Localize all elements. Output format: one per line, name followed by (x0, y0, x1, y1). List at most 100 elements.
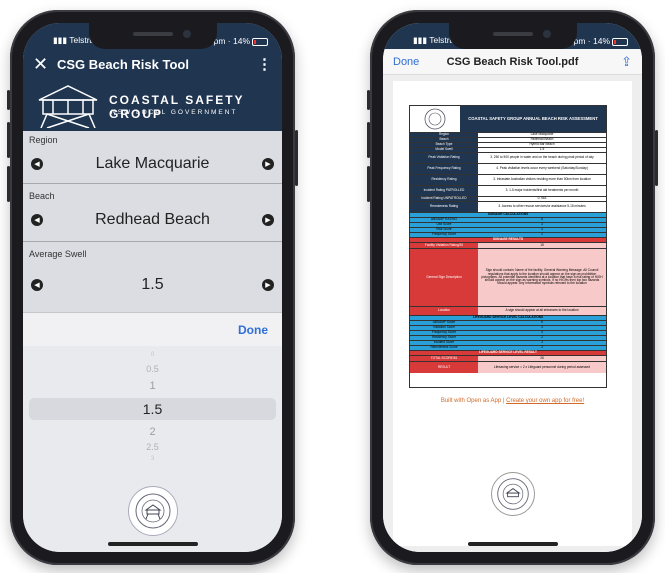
done-button[interactable]: Done (238, 323, 268, 337)
brand-name: COASTAL SAFETY GROUP (109, 93, 245, 121)
doc-row-label: Frequency Score (410, 331, 478, 335)
doc-row-label: Residency Score (410, 336, 478, 340)
home-indicator (107, 542, 198, 546)
doc-row: Incident Rating PATROLLED 3. 1-5 major in… (410, 185, 606, 196)
coastal-safety-group-logo (127, 486, 178, 536)
doc-row: Facility Visitation Rating/30 15 (410, 242, 606, 248)
doc-row: Risk Score 4 (410, 227, 606, 232)
battery-label: 14% (592, 36, 610, 46)
doc-row-value: 3. Access to other rescue services/or as… (478, 202, 606, 212)
doc-row-value: Hybrid Bar Beach (478, 143, 606, 147)
region-field: Region ◀ Lake Macquarie ▶ (23, 131, 282, 181)
doc-row-value: 3 (478, 346, 606, 350)
footer-prefix: Built with Open as App | (440, 398, 507, 404)
left-phone: ▮▮▮ Telstra #LetsVaxx 4G 1:44 pm · 14% ✕… (7, 10, 298, 565)
signal-icon: ▮▮▮ (53, 35, 70, 45)
doc-row-label: Peak Frequency Rating (410, 164, 478, 174)
swell-field: Average Swell ◀ 1.5 ▶ (23, 245, 282, 309)
doc-row-label: Incident Rating UNPATROLLED (410, 197, 478, 201)
region-selector[interactable]: ◀ Lake Macquarie ▶ (23, 147, 282, 181)
picker-option[interactable]: 0.5 (23, 364, 282, 374)
doc-row-label: RESULT (410, 362, 478, 373)
built-with-footer: Built with Open as App | Create your own… (393, 398, 632, 404)
doc-row-value: A sign should appear at all entrances to… (478, 307, 606, 315)
doc-row: ABSAMP RATING 6 (410, 217, 606, 222)
doc-row-value: 26 (478, 356, 606, 361)
seal-icon (410, 106, 460, 132)
picker-option[interactable]: 0 (23, 352, 282, 358)
doc-row-value: 4 (478, 228, 606, 232)
picker-option[interactable]: 2.5 (23, 442, 282, 452)
doc-row-value: Redhead Beach (478, 138, 606, 142)
doc-row-label: General Sign Description (410, 249, 478, 306)
create-app-link[interactable]: Create your own app for free! (506, 398, 584, 404)
region-label: Region (29, 135, 58, 145)
swell-picker[interactable]: 0 0.5 1 1.5 2 2.5 3 (23, 346, 282, 552)
left-screen: ▮▮▮ Telstra #LetsVaxx 4G 1:44 pm · 14% ✕… (23, 23, 282, 552)
battery-icon (612, 37, 628, 46)
doc-row: TOTAL SCORE/51 26 (410, 355, 606, 361)
doc-row-value: 4 (478, 331, 606, 335)
doc-row: Peak Visitation Rating 3. 250 to 500 peop… (410, 152, 606, 163)
doc-row: General Sign Description Sign should cont… (410, 248, 606, 306)
doc-row-label: Visitation Score (410, 326, 478, 330)
beach-selector[interactable]: ◀ Redhead Beach ▶ (23, 203, 282, 237)
doc-row: Remoteness Rating 3. Access to other resc… (410, 201, 606, 212)
risk-assessment-table: COASTAL SAFETY GROUP ANNUAL BEACH RISK A… (409, 105, 607, 388)
app-bar: ✕ CSG Beach Risk Tool ⋮ (23, 49, 282, 79)
doc-row-label: Peak Visitation Rating (410, 153, 478, 163)
doc-row: Residency Rating 3. Intrastate Australian… (410, 174, 606, 185)
doc-row-label: Risk Score (410, 228, 478, 232)
doc-row: Peak Frequency Rating 4. Peak visitation … (410, 163, 606, 174)
doc-row-label: Beach Type (410, 143, 478, 147)
doc-row: Incident Rating UNPATROLLED 0. N/A (410, 196, 606, 201)
picker-option[interactable]: 2 (23, 426, 282, 438)
lifeguard-tower-icon (38, 85, 98, 128)
doc-row-label: Frequency Score (410, 233, 478, 237)
doc-row: Residency Score 2 (410, 335, 606, 340)
doc-row: Frequency Score 4 (410, 330, 606, 335)
swell-selector[interactable]: ◀ 1.5 ▶ (23, 261, 282, 309)
battery-label: 14% (232, 36, 250, 46)
more-menu-icon[interactable]: ⋮ (257, 55, 272, 73)
doc-row-value: Sign should contain: Name of the facilit… (478, 249, 606, 306)
share-icon[interactable]: ⇪ (592, 54, 632, 70)
coastal-safety-group-logo (490, 472, 535, 516)
picker-option[interactable]: 1 (23, 380, 282, 392)
doc-row-value: 2 (478, 336, 606, 340)
right-screen: ▮▮▮ Telstra #LetsVaxx 4G 1:44 pm · 14% D… (383, 23, 642, 552)
chevron-right-icon[interactable]: ▶ (262, 214, 274, 226)
doc-row-value: 2 (478, 233, 606, 237)
doc-row-value: 6 (478, 321, 606, 325)
doc-row: ABSAMP Score 6 (410, 320, 606, 325)
brand-subtitle: NSW LOCAL GOVERNMENT (111, 109, 238, 116)
doc-row-label: Remoteness Rating (410, 202, 478, 212)
picker-option[interactable]: 3 (23, 456, 282, 462)
pdf-page: COASTAL SAFETY GROUP ANNUAL BEACH RISK A… (393, 81, 632, 546)
doc-row-value: 3. 1-5 major incidents/first aid treatme… (478, 186, 606, 196)
doc-row-value: 6 (478, 218, 606, 222)
doc-row-value: 3. 250 to 500 people in water and on the… (478, 153, 606, 163)
chevron-left-icon[interactable]: ◀ (31, 158, 43, 170)
close-icon[interactable]: ✕ (33, 54, 57, 75)
doc-row-value: 3. Intrastate Australian visitors residi… (478, 175, 606, 185)
right-phone: ▮▮▮ Telstra #LetsVaxx 4G 1:44 pm · 14% D… (367, 10, 658, 565)
chevron-right-icon[interactable]: ▶ (262, 279, 274, 291)
doc-row-value: 3 (478, 341, 606, 345)
chevron-left-icon[interactable]: ◀ (31, 279, 43, 291)
battery-icon (252, 37, 268, 46)
chevron-right-icon[interactable]: ▶ (262, 158, 274, 170)
chevron-left-icon[interactable]: ◀ (31, 214, 43, 226)
swell-label: Average Swell (29, 249, 87, 259)
done-button[interactable]: Done (393, 56, 433, 68)
doc-row: Use Score 3 (410, 222, 606, 227)
doc-row-value: 4. Peak visitation levels occur every we… (478, 164, 606, 174)
doc-row-label: Residency Rating (410, 175, 478, 185)
pdf-viewer[interactable]: COASTAL SAFETY GROUP ANNUAL BEACH RISK A… (383, 75, 642, 552)
doc-row: Region Lake Macquarie (410, 132, 606, 137)
home-indicator (467, 542, 558, 546)
doc-row-value: 3 (478, 326, 606, 330)
doc-row-label: Model Swell (410, 148, 478, 152)
doc-row: RESULT Lifesaving service = 2 x Lifeguard… (410, 361, 606, 373)
picker-option-selected[interactable]: 1.5 (23, 401, 282, 417)
